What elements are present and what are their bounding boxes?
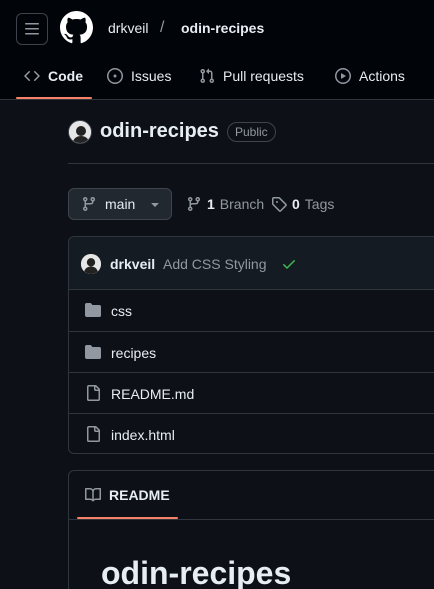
github-logo-icon[interactable] <box>60 11 93 44</box>
triangle-down-icon <box>151 203 160 207</box>
book-icon <box>85 487 101 502</box>
file-row-recipes[interactable]: recipes <box>69 331 434 372</box>
tab-pull-requests[interactable]: Pull requests <box>199 60 304 92</box>
repo-title[interactable]: odin-recipes <box>100 120 219 143</box>
git-pull-request-icon <box>200 68 215 84</box>
file-row-readme[interactable]: README.md <box>69 372 434 413</box>
tab-code-label: Code <box>48 68 83 84</box>
readme-tab-label: README <box>109 487 170 503</box>
active-tab-indicator <box>16 97 92 99</box>
visibility-badge: Public <box>227 122 276 142</box>
latest-commit-row: drkveil Add CSS Styling <box>69 237 434 290</box>
breadcrumb-separator: / <box>160 19 165 36</box>
readme-tab[interactable]: README <box>85 487 170 503</box>
tag-icon <box>272 197 287 212</box>
breadcrumb-owner-link[interactable]: drkveil <box>108 20 148 36</box>
file-name: recipes <box>111 345 157 361</box>
readme-divider <box>69 519 434 520</box>
branch-name: main <box>105 196 136 212</box>
git-branch-icon <box>82 197 95 212</box>
file-name: index.html <box>111 427 175 443</box>
header-divider <box>68 163 434 164</box>
branch-count-label: Branch <box>219 196 265 212</box>
tab-code[interactable]: Code <box>24 60 83 92</box>
file-row-index-html[interactable]: index.html <box>69 413 434 454</box>
owner-avatar[interactable] <box>68 120 92 144</box>
commit-author-avatar[interactable] <box>81 254 101 274</box>
readme-heading: odin-recipes <box>101 555 292 589</box>
tab-actions-label: Actions <box>359 68 405 84</box>
tab-issues[interactable]: Issues <box>107 60 171 92</box>
file-browser: drkveil Add CSS Styling css recipes READ… <box>68 236 434 454</box>
play-icon <box>335 68 351 84</box>
file-icon <box>87 385 100 401</box>
check-icon[interactable] <box>281 256 297 272</box>
file-name: README.md <box>111 386 195 402</box>
issue-opened-icon <box>107 68 123 84</box>
code-icon <box>24 70 40 82</box>
file-name: css <box>111 303 132 319</box>
git-branch-icon <box>187 197 200 212</box>
branch-count-link[interactable]: 1 Branch <box>186 196 264 212</box>
file-icon <box>87 426 100 442</box>
tab-pull-requests-label: Pull requests <box>223 68 304 84</box>
breadcrumb-repo-link[interactable]: odin-recipes <box>181 20 264 36</box>
avatar-person-icon <box>81 254 101 274</box>
hamburger-menu-button[interactable] <box>16 13 48 45</box>
top-header: drkveil / odin-recipes Code Issues Pull … <box>0 0 434 100</box>
branch-count: 1 <box>207 196 215 212</box>
folder-icon <box>85 345 101 359</box>
tab-actions[interactable]: Actions <box>335 60 405 92</box>
tag-count-label: Tags <box>304 196 335 212</box>
tag-count: 0 <box>292 196 300 212</box>
folder-icon <box>85 303 101 317</box>
hamburger-icon <box>25 23 39 35</box>
tag-count-link[interactable]: 0 Tags <box>271 196 334 212</box>
tab-issues-label: Issues <box>131 68 172 84</box>
readme-panel: README odin-recipes <box>68 470 434 589</box>
branch-selector-button[interactable]: main <box>68 188 172 220</box>
file-row-css[interactable]: css <box>69 290 434 331</box>
avatar-person-icon <box>69 121 91 143</box>
commit-message[interactable]: Add CSS Styling <box>163 256 267 272</box>
commit-author[interactable]: drkveil <box>110 256 155 272</box>
